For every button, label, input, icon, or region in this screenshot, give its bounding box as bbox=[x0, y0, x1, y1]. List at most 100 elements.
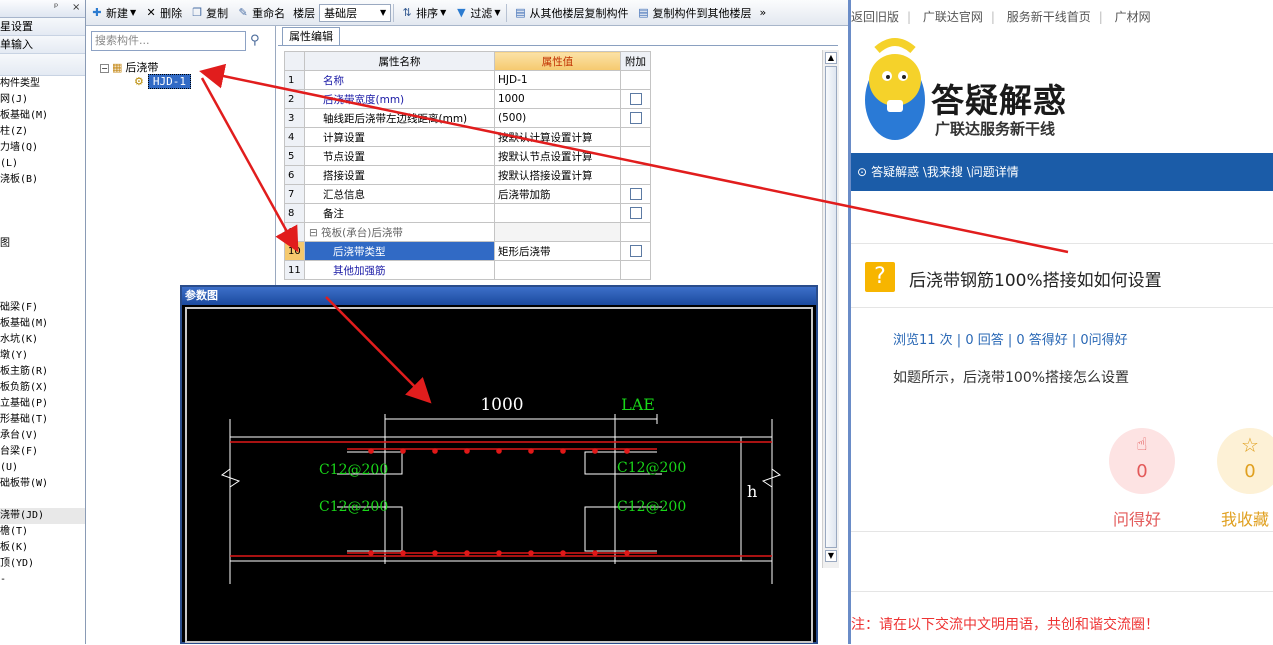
filter-button[interactable]: ▼ 过滤 ▼ bbox=[450, 2, 504, 24]
pin-icon[interactable]: ᵖ bbox=[54, 2, 58, 13]
list-item[interactable]: 网(J) bbox=[0, 92, 85, 108]
floor-select[interactable]: 基础层 ▼ bbox=[319, 3, 392, 22]
property-value[interactable]: 矩形后浇带 bbox=[494, 241, 621, 261]
list-item[interactable]: 础梁(F) bbox=[0, 300, 85, 316]
table-row[interactable]: 3 轴线距后浇带左边线距离(mm) (500) bbox=[284, 108, 651, 128]
table-row[interactable]: 5 节点设置 按默认节点设置计算 bbox=[284, 146, 651, 166]
list-item[interactable]: 板主筋(R) bbox=[0, 364, 85, 380]
column-header-name: 属性名称 bbox=[304, 51, 495, 71]
table-row[interactable]: 9 ⊟ 筏板(承台)后浇带 bbox=[284, 222, 651, 242]
new-button[interactable]: ✚ 新建 ▼ bbox=[86, 2, 140, 24]
list-item[interactable] bbox=[0, 188, 85, 204]
copy-to-floor-label: 复制构件到其他楼层 bbox=[652, 6, 752, 20]
search-input[interactable]: 搜索构件... bbox=[91, 31, 246, 51]
property-value[interactable]: 后浇带加筋 bbox=[494, 184, 621, 204]
tab-property-edit[interactable]: 属性编辑 bbox=[282, 27, 340, 46]
property-value[interactable] bbox=[494, 203, 621, 223]
list-item[interactable]: 板基础(M) bbox=[0, 316, 85, 332]
list-item[interactable]: 柱(Z) bbox=[0, 124, 85, 140]
property-value[interactable] bbox=[494, 260, 621, 280]
list-item[interactable] bbox=[0, 204, 85, 220]
list-item[interactable]: 础板带(W) bbox=[0, 476, 85, 492]
add-checkbox[interactable] bbox=[629, 112, 642, 124]
list-item[interactable]: 浇板(B) bbox=[0, 172, 85, 188]
rename-icon: ✎ bbox=[238, 5, 248, 19]
row-number: 3 bbox=[284, 108, 305, 128]
list-item[interactable]: 图 bbox=[0, 236, 85, 252]
list-item[interactable] bbox=[0, 220, 85, 236]
link-old-version[interactable]: 返回旧版 bbox=[851, 10, 899, 24]
copy-from-floor-button[interactable]: ▤ 从其他楼层复制构件 bbox=[509, 2, 632, 24]
list-item[interactable]: 形基础(T) bbox=[0, 412, 85, 428]
link-official-site[interactable]: 广联达官网 bbox=[923, 10, 983, 24]
breadcrumb[interactable]: 答疑解惑 \我来搜 \问题详情 bbox=[871, 165, 1019, 179]
property-value[interactable]: 1000 bbox=[494, 89, 621, 109]
property-value[interactable]: 按默认搭接设置计算 bbox=[494, 165, 621, 185]
add-checkbox[interactable] bbox=[629, 93, 642, 105]
add-checkbox[interactable] bbox=[629, 188, 642, 200]
scroll-down-arrow-icon[interactable]: ▼ bbox=[825, 550, 837, 562]
search-icon[interactable]: ⚲ bbox=[250, 33, 266, 49]
list-item[interactable]: (U) bbox=[0, 460, 85, 476]
table-row[interactable]: 11 其他加强筋 bbox=[284, 260, 651, 280]
list-item[interactable] bbox=[0, 284, 85, 300]
table-row[interactable]: 10 后浇带类型 矩形后浇带 bbox=[284, 241, 651, 261]
toolbar-overflow-button[interactable]: » bbox=[755, 2, 770, 24]
close-icon[interactable]: × bbox=[72, 2, 80, 13]
link-material-site[interactable]: 广材网 bbox=[1115, 10, 1151, 24]
property-value[interactable]: (500) bbox=[494, 108, 621, 128]
list-item[interactable]: 檐(T) bbox=[0, 524, 85, 540]
link-service-home[interactable]: 服务新干线首页 bbox=[1007, 10, 1091, 24]
table-row[interactable]: 1 名称 HJD-1 bbox=[284, 70, 651, 90]
list-item[interactable] bbox=[0, 492, 85, 508]
separator: | bbox=[990, 10, 995, 24]
list-item[interactable]: 台梁(F) bbox=[0, 444, 85, 460]
sort-button[interactable]: ⇅ 排序 ▼ bbox=[396, 2, 450, 24]
property-value[interactable] bbox=[494, 222, 621, 242]
tree-child[interactable]: ⚙ HJD-1 bbox=[134, 74, 191, 89]
list-item[interactable]: 浇带(JD) bbox=[0, 508, 85, 524]
rebar-dot bbox=[560, 448, 566, 454]
tree-child-label: HJD-1 bbox=[147, 74, 191, 89]
property-value[interactable]: HJD-1 bbox=[494, 70, 621, 90]
input-row[interactable]: 单输入 bbox=[0, 36, 85, 54]
list-item[interactable]: (L) bbox=[0, 156, 85, 172]
property-value[interactable]: 按默认计算设置计算 bbox=[494, 127, 621, 147]
list-item[interactable]: 立基础(P) bbox=[0, 396, 85, 412]
tree-root[interactable]: − ▦ 后浇带 bbox=[100, 59, 158, 75]
copy-button[interactable]: ❐ 复制 bbox=[186, 2, 232, 24]
list-item[interactable]: 墩(Y) bbox=[0, 348, 85, 364]
rebar-dot bbox=[528, 448, 534, 454]
list-item[interactable]: 构件类型 bbox=[0, 76, 85, 92]
delete-button[interactable]: ✕ 删除 bbox=[140, 2, 186, 24]
list-item[interactable]: 板负筋(X) bbox=[0, 380, 85, 396]
like-button[interactable]: ☝ 0 bbox=[1109, 428, 1175, 494]
list-item[interactable]: 水坑(K) bbox=[0, 332, 85, 348]
copy-to-floor-button[interactable]: ▤ 复制构件到其他楼层 bbox=[632, 2, 755, 24]
property-value[interactable]: 按默认节点设置计算 bbox=[494, 146, 621, 166]
rename-button[interactable]: ✎ 重命名 bbox=[232, 2, 289, 24]
scroll-up-arrow-icon[interactable]: ▲ bbox=[825, 52, 837, 64]
add-checkbox[interactable] bbox=[629, 245, 642, 257]
settings-row[interactable]: 星设置 bbox=[0, 18, 85, 36]
table-row[interactable]: 2 后浇带宽度(mm) 1000 bbox=[284, 89, 651, 109]
row-number: 9 bbox=[284, 222, 305, 242]
list-item[interactable] bbox=[0, 268, 85, 284]
list-item[interactable]: 顶(YD) bbox=[0, 556, 85, 572]
table-row[interactable]: 7 汇总信息 后浇带加筋 bbox=[284, 184, 651, 204]
list-item[interactable]: 板基础(M) bbox=[0, 108, 85, 124]
list-item[interactable]: - bbox=[0, 572, 85, 588]
list-item[interactable]: 承台(V) bbox=[0, 428, 85, 444]
add-checkbox[interactable] bbox=[629, 207, 642, 219]
vertical-scrollbar[interactable]: ▲ ▼ bbox=[822, 50, 839, 568]
scroll-thumb[interactable] bbox=[825, 66, 837, 548]
favorite-button[interactable]: ☆ 0 bbox=[1217, 428, 1273, 494]
table-row[interactable]: 6 搭接设置 按默认搭接设置计算 bbox=[284, 165, 651, 185]
collapse-icon[interactable]: − bbox=[100, 64, 109, 73]
list-item[interactable]: 板(K) bbox=[0, 540, 85, 556]
table-row[interactable]: 8 备注 bbox=[284, 203, 651, 223]
list-item[interactable]: 力墙(Q) bbox=[0, 140, 85, 156]
collapse-icon[interactable]: ⊟ bbox=[309, 227, 321, 239]
list-item[interactable] bbox=[0, 252, 85, 268]
table-row[interactable]: 4 计算设置 按默认计算设置计算 bbox=[284, 127, 651, 147]
